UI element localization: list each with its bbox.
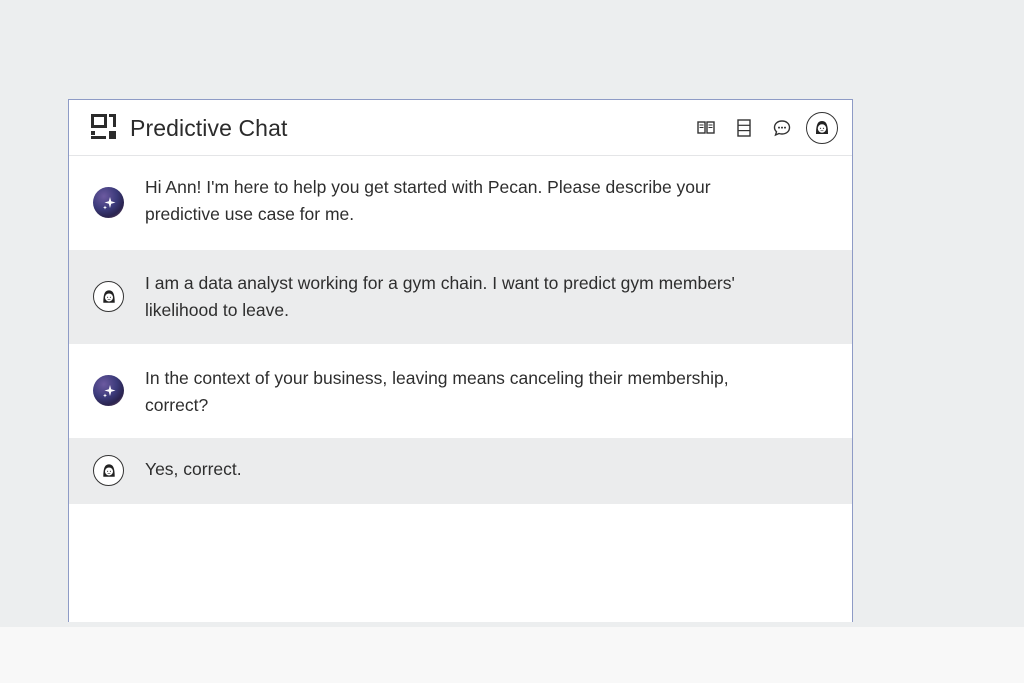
book-icon[interactable] [696,118,716,138]
user-message: I am a data analyst working for a gym ch… [69,250,852,344]
chat-header: Predictive Chat [69,100,852,156]
bottom-panel [0,627,1024,683]
message-text: I am a data analyst working for a gym ch… [145,273,735,320]
assistant-message: Hi Ann! I'm here to help you get started… [69,156,852,250]
app-logo-icon [91,114,117,140]
user-avatar[interactable] [806,112,838,144]
user-avatar-icon [93,281,124,312]
assistant-sparkle-icon [93,375,124,406]
chat-bubble-icon[interactable] [772,118,792,138]
page-title: Predictive Chat [130,115,288,141]
assistant-sparkle-icon [93,187,124,218]
list-icon[interactable] [734,118,754,138]
message-text: Yes, correct. [145,459,242,479]
message-text: In the context of your business, leaving… [145,368,729,415]
chat-window: Predictive Chat Hi Ann! I'm here to help… [68,99,853,622]
message-text: Hi Ann! I'm here to help you get started… [145,177,711,224]
assistant-message: In the context of your business, leaving… [69,344,852,438]
user-avatar-icon [93,455,124,486]
user-message: Yes, correct. [69,438,852,504]
